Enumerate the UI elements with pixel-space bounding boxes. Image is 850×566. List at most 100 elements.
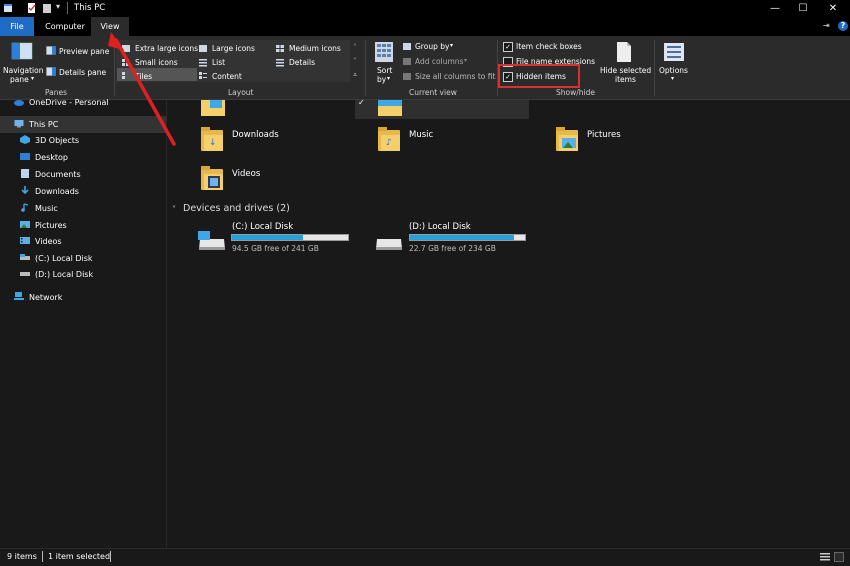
layout-list[interactable]: List	[212, 58, 225, 67]
details-view-toggle-icon[interactable]	[820, 552, 830, 562]
downloads-folder-icon[interactable]: ↓	[201, 127, 223, 151]
help-button[interactable]: ?	[838, 21, 848, 31]
tab-file[interactable]: File	[0, 17, 34, 36]
drive-label-c[interactable]: (C:) Local Disk	[232, 222, 293, 232]
pin-ribbon-icon[interactable]: ⇥	[823, 21, 830, 30]
c-drive-usage-fill	[232, 235, 303, 240]
videos-icon	[20, 234, 30, 244]
customize-quick-access-icon[interactable]: ▾	[56, 2, 65, 13]
group-by-button[interactable]: Group by	[415, 42, 449, 51]
sidebar-item-label: 3D Objects	[35, 136, 80, 145]
hide-selected-items-button[interactable]: Hide selected	[600, 66, 651, 75]
sidebar-item-documents[interactable]: Documents	[20, 166, 81, 183]
collapse-chevron-icon[interactable]: ˅	[172, 205, 176, 214]
folder-icon[interactable]	[378, 100, 402, 116]
c-drive-icon[interactable]	[197, 229, 227, 253]
sidebar-item-network[interactable]: Network	[14, 289, 62, 306]
sidebar-item-onedrive[interactable]: OneDrive - Personal	[14, 94, 109, 111]
documents-icon	[20, 167, 30, 178]
layout-tiles[interactable]: Tiles	[135, 72, 152, 81]
d-drive-icon[interactable]	[374, 233, 404, 253]
hide-selected-items-icon[interactable]	[615, 41, 633, 63]
d-drive-usage-bar	[409, 234, 526, 241]
folder-label-videos[interactable]: Videos	[232, 169, 260, 179]
layout-content[interactable]: Content	[212, 72, 242, 81]
drive-label-d[interactable]: (D:) Local Disk	[409, 222, 471, 232]
folder-label-downloads[interactable]: Downloads	[232, 130, 279, 140]
sidebar-item-3d-objects[interactable]: 3D Objects	[20, 132, 79, 149]
layout-expand-icon[interactable]: ⩡	[353, 70, 357, 80]
options-icon[interactable]	[663, 42, 685, 62]
chevron-down-icon: ▾	[450, 42, 454, 49]
devices-and-drives-header[interactable]: Devices and drives (2)	[183, 203, 290, 214]
item-checkbox-checked-icon[interactable]: ✓	[358, 99, 366, 107]
navigation-pane-icon[interactable]	[11, 42, 33, 60]
chevron-down-icon: ▾	[671, 75, 675, 82]
sort-by-icon[interactable]	[374, 41, 394, 63]
sidebar-item-downloads[interactable]: Downloads	[20, 183, 79, 200]
sort-by-button[interactable]: Sort	[377, 66, 392, 75]
sidebar-item-label: Network	[29, 293, 63, 302]
status-separator	[42, 551, 43, 562]
network-icon	[14, 290, 24, 300]
large-icons-view-toggle-icon[interactable]	[834, 552, 844, 562]
music-icon	[20, 201, 30, 212]
status-item-count: 9 items	[7, 552, 37, 561]
sidebar-item-c-drive[interactable]: (C:) Local Disk	[20, 250, 93, 267]
sidebar-item-this-pc[interactable]: This PC	[14, 116, 58, 133]
folder-icon[interactable]	[201, 100, 225, 116]
details-pane-button[interactable]: Details pane	[59, 68, 106, 77]
layout-large-icons[interactable]: Large icons	[212, 44, 255, 53]
hide-selected-items-button-line2[interactable]: items	[615, 75, 636, 84]
folder-label-pictures[interactable]: Pictures	[587, 130, 621, 140]
properties-icon[interactable]	[27, 2, 36, 13]
pictures-folder-icon[interactable]	[556, 127, 578, 151]
minimize-button[interactable]: —	[760, 0, 790, 17]
chevron-down-icon: ▾	[464, 57, 468, 64]
sort-by-button-line2[interactable]: by	[377, 75, 386, 84]
videos-folder-icon[interactable]	[201, 166, 223, 190]
details-icon	[275, 58, 285, 67]
size-all-columns-button[interactable]: Size all columns to fit	[415, 72, 495, 81]
this-pc-icon	[14, 117, 24, 128]
sidebar-item-label: Videos	[35, 237, 62, 246]
navigation-pane-button[interactable]: Navigation	[3, 66, 43, 75]
layout-extra-large-icons[interactable]: Extra large icons	[135, 44, 198, 53]
chevron-down-icon: ▾	[387, 75, 391, 82]
item-check-boxes-label[interactable]: Item check boxes	[516, 42, 582, 51]
downloads-icon	[20, 184, 30, 195]
layout-medium-icons[interactable]: Medium icons	[289, 44, 341, 53]
sidebar-item-d-drive[interactable]: (D:) Local Disk	[20, 266, 93, 283]
layout-details[interactable]: Details	[289, 58, 315, 67]
close-button[interactable]: ✕	[818, 0, 848, 17]
sidebar-item-label: OneDrive - Personal	[29, 98, 109, 107]
tab-computer[interactable]: Computer	[40, 17, 90, 36]
preview-pane-button[interactable]: Preview pane	[59, 47, 109, 56]
new-folder-icon[interactable]	[42, 2, 51, 13]
layout-scroll-down-icon[interactable]: ˅	[353, 57, 357, 66]
chevron-down-icon: ▾	[31, 75, 35, 82]
content-icon	[198, 71, 208, 80]
sidebar-item-label: (D:) Local Disk	[35, 270, 94, 279]
options-button[interactable]: Options	[659, 66, 688, 75]
preview-pane-icon	[46, 46, 56, 55]
add-columns-button[interactable]: Add columns	[415, 57, 463, 66]
tab-view[interactable]: View	[91, 17, 129, 36]
sidebar-item-label: Documents	[35, 170, 81, 179]
sidebar-item-music[interactable]: Music	[20, 200, 58, 217]
hidden-items-highlight-box	[498, 64, 580, 88]
d-drive-usage-fill	[410, 235, 514, 240]
sidebar-item-videos[interactable]: Videos	[20, 233, 62, 250]
navigation-pane-button-line2[interactable]: pane	[10, 75, 29, 84]
status-bar	[0, 548, 850, 566]
ribbon-separator	[654, 40, 655, 96]
sidebar-item-pictures[interactable]: Pictures	[20, 217, 67, 234]
drive-icon	[20, 251, 30, 260]
music-folder-icon[interactable]: ♪	[378, 127, 400, 151]
folder-label-music[interactable]: Music	[409, 130, 433, 140]
layout-scroll-up-icon[interactable]: ˄	[353, 43, 357, 52]
item-check-boxes-checkbox[interactable]: ✓	[503, 42, 513, 52]
sidebar-item-desktop[interactable]: Desktop	[20, 149, 68, 166]
maximize-button[interactable]: ☐	[788, 0, 818, 17]
layout-small-icons[interactable]: Small icons	[135, 58, 178, 67]
